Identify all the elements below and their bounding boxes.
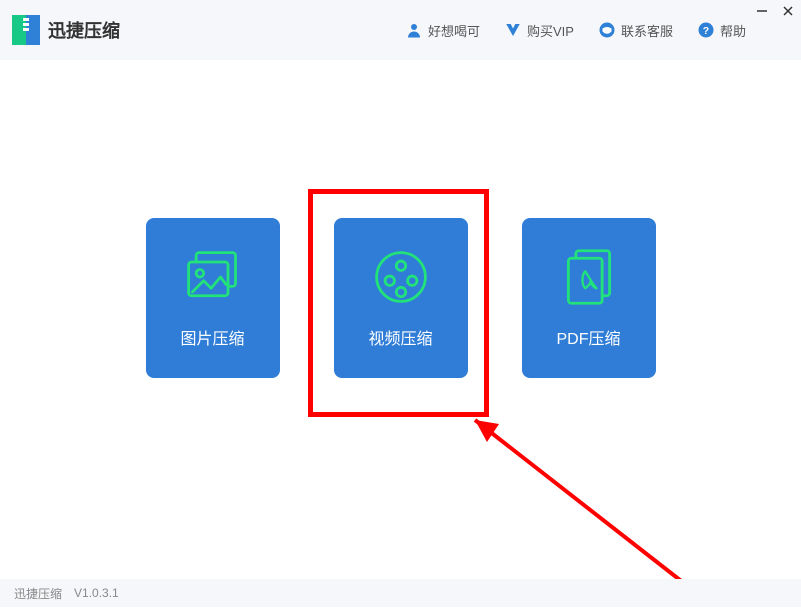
title-bar: 迅捷压缩 好想喝可 购买VIP 联系客服 ?: [0, 0, 801, 60]
vip-link[interactable]: 购买VIP: [504, 21, 574, 40]
help-label: 帮助: [720, 21, 746, 40]
user-icon: [405, 21, 423, 39]
vip-icon: [504, 21, 522, 39]
app-logo-wrap: 迅捷压缩: [12, 15, 120, 45]
pdf-compress-card[interactable]: PDF压缩: [522, 218, 656, 378]
image-compress-label: 图片压缩: [180, 325, 244, 349]
user-link[interactable]: 好想喝可: [405, 21, 480, 40]
help-link[interactable]: ? 帮助: [697, 21, 746, 40]
support-icon: [598, 21, 616, 39]
app-title: 迅捷压缩: [48, 17, 120, 43]
video-compress-card[interactable]: 视频压缩: [334, 218, 468, 378]
pdf-compress-label: PDF压缩: [556, 325, 620, 349]
help-icon: ?: [697, 21, 715, 39]
main-area: 图片压缩 视频压缩 PDF压缩: [0, 60, 801, 579]
vip-label: 购买VIP: [527, 21, 574, 40]
image-compress-card[interactable]: 图片压缩: [146, 218, 280, 378]
app-logo-icon: [12, 15, 40, 45]
video-icon: [371, 247, 431, 307]
window-controls: [755, 4, 795, 18]
status-bar: 迅捷压缩 V1.0.3.1: [0, 579, 801, 607]
support-link[interactable]: 联系客服: [598, 21, 673, 40]
support-label: 联系客服: [621, 21, 673, 40]
pdf-icon: [559, 247, 619, 307]
top-links: 好想喝可 购买VIP 联系客服 ? 帮助: [405, 0, 746, 60]
user-label: 好想喝可: [428, 21, 480, 40]
status-version: V1.0.3.1: [74, 586, 119, 600]
cards-row: 图片压缩 视频压缩 PDF压缩: [0, 218, 801, 378]
close-button[interactable]: [781, 4, 795, 18]
svg-text:?: ?: [703, 25, 709, 37]
status-app-name: 迅捷压缩: [14, 585, 62, 602]
image-icon: [183, 247, 243, 307]
minimize-button[interactable]: [755, 4, 769, 18]
video-compress-label: 视频压缩: [368, 325, 432, 349]
